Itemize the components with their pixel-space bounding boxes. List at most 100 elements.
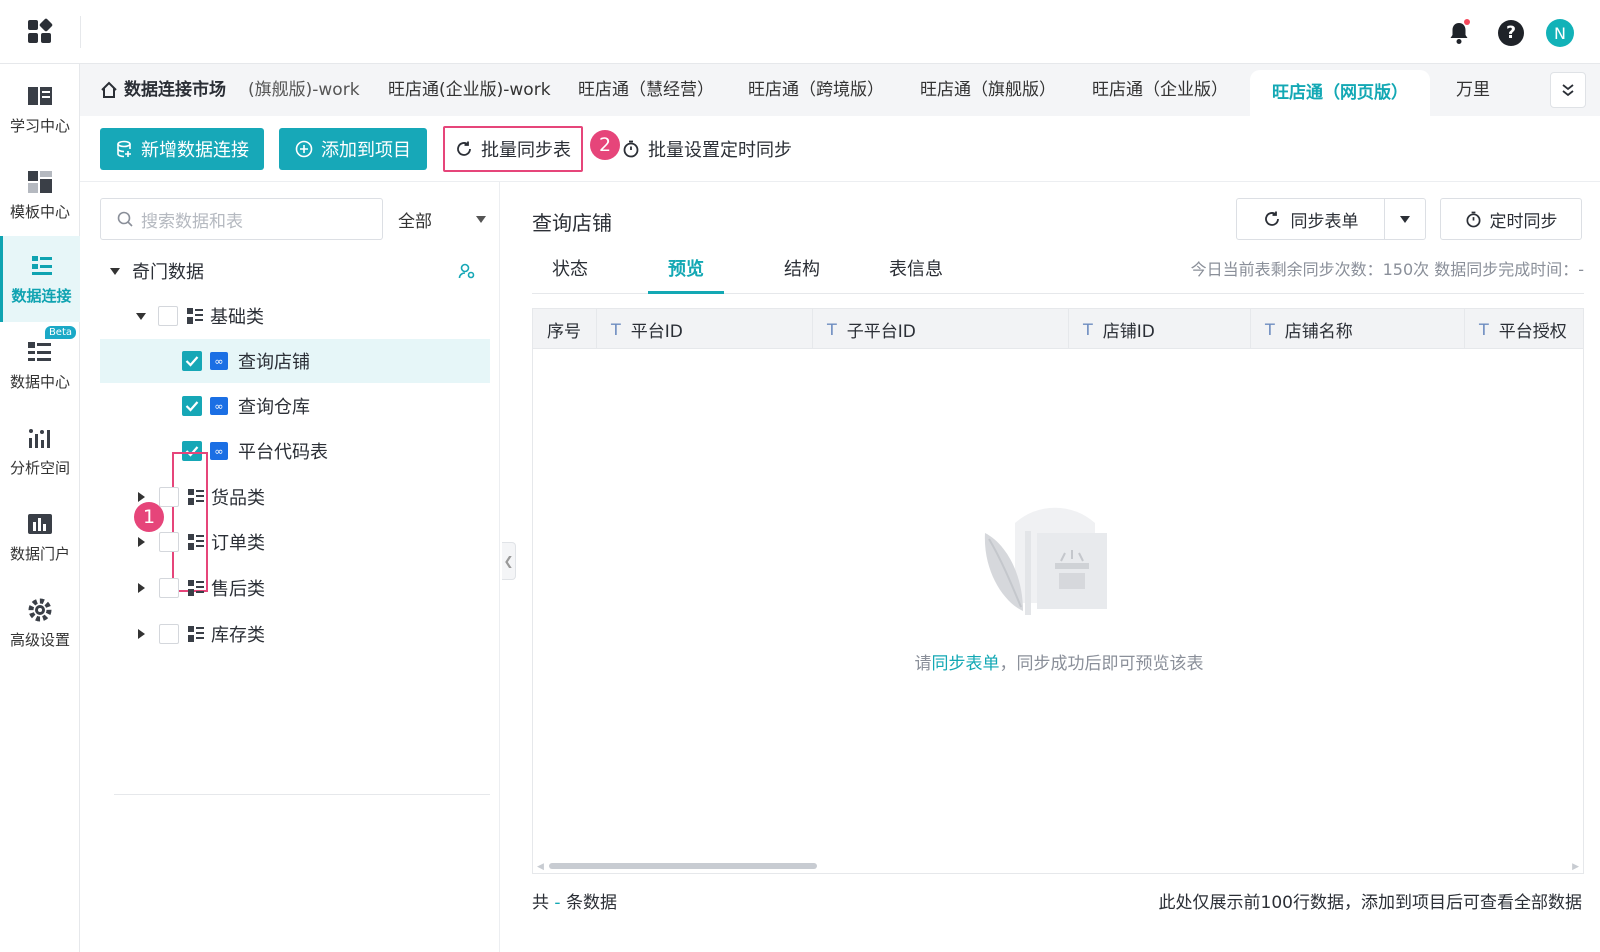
main-panel: 新增数据连接 添加到项目 批量同步表 2 批量设置定时同步 搜索数据和表 全部 … <box>80 116 1600 952</box>
left-nav: 学习中心 模板中心 数据连接 Beta 数据中心 分析空间 数据门户 高级设置 <box>0 64 80 952</box>
tree-table-item[interactable]: ∞ 查询仓库 <box>100 384 490 428</box>
sync-form-split-button: 同步表单 <box>1236 198 1426 240</box>
detail-tabs: 状态 预览 结构 表信息 今日当前表剩余同步次数：150次 数据同步完成时间：- <box>532 248 1584 294</box>
group-checkbox[interactable] <box>158 306 178 326</box>
tab-item[interactable]: 旺店通（慧经营） <box>578 64 714 116</box>
page-title: 查询店铺 <box>532 211 612 235</box>
tree-table-item[interactable]: ∞ 查询店铺 <box>100 339 490 383</box>
group-checkbox[interactable] <box>159 578 179 598</box>
column-header[interactable]: 序号 <box>533 309 597 349</box>
user-settings-icon[interactable] <box>458 262 476 280</box>
nav-item-portal[interactable]: 数据门户 <box>0 494 80 580</box>
row-count-pre: 共 <box>532 893 549 913</box>
tree-group-label: 订单类 <box>211 533 265 554</box>
tab-status[interactable]: 状态 <box>532 248 608 294</box>
batch-sync-button[interactable]: 批量同步表 <box>443 126 583 172</box>
group-checkbox[interactable] <box>159 532 179 552</box>
analysis-icon <box>27 425 53 451</box>
group-checkbox[interactable] <box>159 487 179 507</box>
empty-state-message: 请同步表单，同步成功后即可预览该表 <box>533 649 1583 674</box>
column-header[interactable]: T 平台ID <box>597 309 813 349</box>
tab-item[interactable]: 旺店通（跨境版） <box>748 64 884 116</box>
text-type-icon: T <box>1083 319 1093 339</box>
search-input[interactable]: 搜索数据和表 <box>100 198 383 240</box>
table-checkbox-checked[interactable] <box>182 351 202 371</box>
column-label: 店铺ID <box>1102 321 1155 342</box>
column-label: 店铺名称 <box>1284 321 1353 342</box>
tab-item[interactable]: 万里 <box>1456 64 1490 116</box>
tab-home[interactable]: 数据连接市场 <box>100 64 226 116</box>
template-icon <box>27 169 53 195</box>
horizontal-scrollbar[interactable]: ◀ ▶ <box>533 859 1583 873</box>
text-type-icon: T <box>827 319 837 339</box>
sync-form-link[interactable]: 同步表单 <box>932 654 1000 674</box>
batch-schedule-button[interactable]: 批量设置定时同步 <box>622 126 792 172</box>
schedule-sync-button[interactable]: 定时同步 <box>1440 198 1582 240</box>
caret-right-icon <box>138 629 145 639</box>
add-to-project-button[interactable]: 添加到项目 <box>279 128 427 170</box>
filter-select[interactable]: 全部 <box>396 198 486 240</box>
database-icon <box>117 140 131 158</box>
sync-form-button[interactable]: 同步表单 <box>1237 199 1385 239</box>
refresh-icon <box>457 141 471 156</box>
help-icon[interactable]: ? <box>1498 20 1524 46</box>
nav-item-analysis[interactable]: 分析空间 <box>0 408 80 494</box>
tree-group-inventory[interactable]: 库存类 <box>100 612 490 656</box>
tab-item[interactable]: 旺店通（企业版） <box>1092 64 1228 116</box>
nav-item-learning[interactable]: 学习中心 <box>0 66 80 152</box>
tree-group-basic[interactable]: 基础类 <box>100 294 490 338</box>
nav-label: 高级设置 <box>9 630 70 649</box>
tab-item[interactable]: (旗舰版)-work <box>248 64 360 116</box>
column-header[interactable]: T 店铺名称 <box>1251 309 1465 349</box>
tree-group-goods[interactable]: 货品类 <box>100 475 490 519</box>
row-count: 共 - 条数据 <box>532 888 617 913</box>
refresh-icon <box>1264 211 1279 226</box>
tab-item[interactable]: 旺店通（旗舰版） <box>920 64 1056 116</box>
collapse-panel-handle[interactable]: ❮ <box>502 542 516 580</box>
tab-preview[interactable]: 预览 <box>648 248 724 294</box>
caret-right-icon <box>138 537 145 547</box>
tree-group-aftersale[interactable]: 售后类 <box>100 566 490 610</box>
preview-note: 此处仅展示前100行数据，添加到项目后可查看全部数据 <box>1158 893 1582 913</box>
tab-item[interactable]: 旺店通(企业版)-work <box>388 64 551 116</box>
column-header[interactable]: T 平台授权 <box>1465 309 1583 349</box>
nav-item-data-connect[interactable]: 数据连接 <box>0 236 80 322</box>
row-count-value: - <box>554 893 561 913</box>
nav-label: 分析空间 <box>9 458 70 477</box>
tree-root[interactable]: 奇门数据 <box>100 249 490 293</box>
caret-right-icon <box>138 492 145 502</box>
column-header[interactable]: T 店铺ID <box>1069 309 1251 349</box>
tab-more-button[interactable] <box>1550 72 1586 108</box>
column-header[interactable]: T 子平台ID <box>813 309 1069 349</box>
nav-item-settings[interactable]: 高级设置 <box>0 580 80 666</box>
button-label: 添加到项目 <box>321 140 411 161</box>
scroll-right-icon[interactable]: ▶ <box>1572 862 1579 872</box>
nav-item-template[interactable]: 模板中心 <box>0 152 80 238</box>
nav-item-data-center[interactable]: Beta 数据中心 <box>0 322 80 408</box>
column-label: 子平台ID <box>846 321 916 342</box>
add-connection-button[interactable]: 新增数据连接 <box>100 128 264 170</box>
nav-label: 数据门户 <box>9 544 70 563</box>
group-checkbox[interactable] <box>159 624 179 644</box>
divider <box>114 794 490 795</box>
sync-dropdown-button[interactable] <box>1385 199 1425 239</box>
button-label: 批量同步表 <box>481 140 571 161</box>
nav-label: 数据中心 <box>9 372 70 391</box>
tree-group-orders[interactable]: 订单类 <box>100 520 490 564</box>
scrollbar-thumb[interactable] <box>549 863 817 869</box>
app-grid-icon[interactable] <box>28 17 54 44</box>
empty-text-post: ，同步成功后即可预览该表 <box>999 654 1204 674</box>
column-label: 平台授权 <box>1498 321 1567 342</box>
table-checkbox-checked[interactable] <box>182 396 202 416</box>
bell-icon[interactable] <box>1442 16 1476 50</box>
button-label: 批量设置定时同步 <box>648 140 792 161</box>
chevron-left-icon: ❮ <box>503 554 514 568</box>
nav-label: 模板中心 <box>9 202 70 221</box>
scroll-left-icon[interactable]: ◀ <box>537 862 544 872</box>
avatar[interactable]: N <box>1546 19 1574 47</box>
tab-table-info[interactable]: 表信息 <box>878 248 954 294</box>
tree-table-item[interactable]: ∞ 平台代码表 <box>100 429 490 473</box>
tab-item-active[interactable]: 旺店通（网页版） <box>1250 70 1430 116</box>
tab-structure[interactable]: 结构 <box>764 248 840 294</box>
filter-value: 全部 <box>398 211 432 232</box>
